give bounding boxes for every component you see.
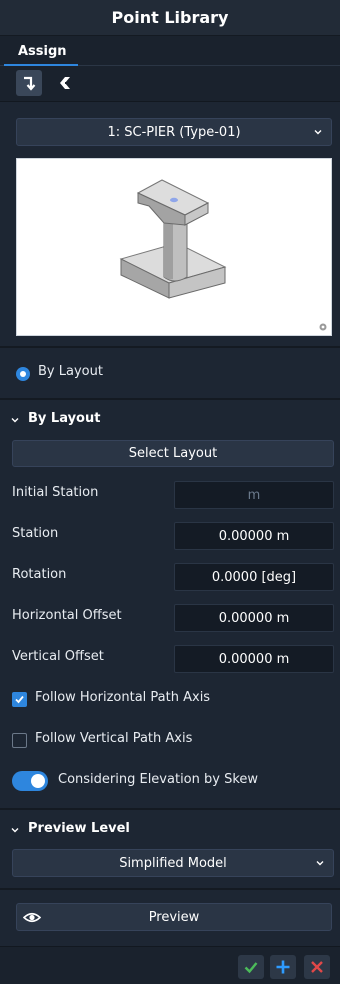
view-gear-icon: [319, 323, 327, 331]
preview-level-dropdown[interactable]: Simplified Model: [12, 849, 334, 877]
follow-vertical-checkbox[interactable]: [12, 733, 27, 748]
plus-icon: [276, 960, 290, 974]
library-item-value: 1: SC-PIER (Type-01): [107, 124, 241, 140]
tab-bar: Assign: [0, 36, 340, 66]
considering-elevation-label: Considering Elevation by Skew: [58, 772, 259, 787]
cancel-button[interactable]: [304, 955, 330, 979]
chevron-down-icon: [316, 861, 324, 866]
window-title: Point Library: [0, 0, 340, 36]
station-field[interactable]: 0.00000 m: [174, 522, 334, 550]
eye-icon: [23, 912, 41, 923]
chevron-down-icon[interactable]: [10, 415, 20, 425]
vertical-offset-field[interactable]: 0.00000 m: [174, 645, 334, 673]
tab-assign[interactable]: Assign: [6, 42, 77, 66]
rotation-label: Rotation: [12, 567, 67, 582]
vertical-offset-label: Vertical Offset: [12, 649, 104, 664]
by-layout-section-header[interactable]: By Layout: [28, 411, 100, 426]
assign-arrow-icon: [24, 76, 36, 91]
select-layout-button[interactable]: Select Layout: [12, 440, 334, 467]
chevron-down-icon: [314, 130, 322, 135]
follow-horizontal-checkbox[interactable]: [12, 692, 27, 707]
horizontal-offset-label: Horizontal Offset: [12, 608, 122, 623]
flip-tool-button[interactable]: [52, 70, 78, 96]
toolbar: [0, 66, 340, 102]
by-layout-radio[interactable]: [16, 367, 30, 381]
footer-bar: [0, 946, 340, 984]
assign-tool-button[interactable]: [16, 70, 42, 96]
preview-level-value: Simplified Model: [119, 855, 227, 871]
library-item-dropdown[interactable]: 1: SC-PIER (Type-01): [16, 118, 332, 146]
by-layout-radio-label: By Layout: [38, 364, 103, 379]
preview-button-label: Preview: [148, 909, 200, 925]
preview-level-section-header[interactable]: Preview Level: [28, 821, 130, 836]
rotation-field[interactable]: 0.0000 [deg]: [174, 563, 334, 591]
ok-button[interactable]: [238, 955, 264, 979]
considering-elevation-toggle[interactable]: [12, 771, 48, 791]
pier-model-image: [119, 179, 327, 331]
section-divider: [0, 808, 340, 810]
horizontal-offset-field[interactable]: 0.00000 m: [174, 604, 334, 632]
add-button[interactable]: [270, 955, 296, 979]
close-icon: [311, 961, 323, 973]
section-divider: [0, 398, 340, 400]
initial-station-field: m: [174, 481, 334, 509]
initial-station-label: Initial Station: [12, 485, 99, 500]
check-icon: [15, 695, 24, 704]
follow-horizontal-label: Follow Horizontal Path Axis: [35, 690, 211, 705]
section-divider: [0, 888, 340, 890]
preview-button[interactable]: Preview: [16, 903, 332, 931]
station-label: Station: [12, 526, 59, 541]
check-icon: [244, 962, 258, 974]
follow-vertical-label: Follow Vertical Path Axis: [35, 731, 193, 746]
chevron-down-icon[interactable]: [10, 825, 20, 835]
section-divider: [0, 346, 340, 348]
model-preview: [16, 158, 332, 336]
flip-icon: [60, 77, 70, 89]
